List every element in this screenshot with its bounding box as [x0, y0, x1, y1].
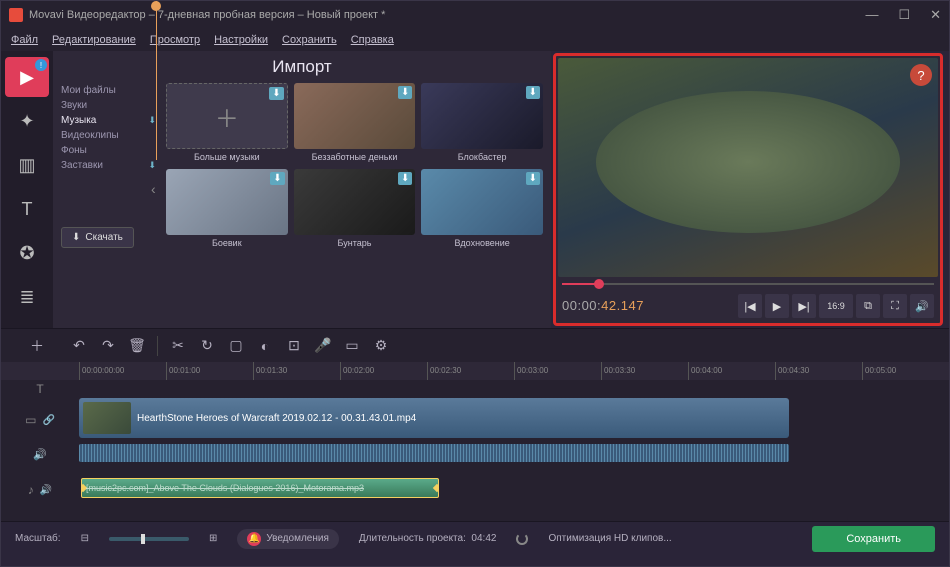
- undo-button[interactable]: ↶: [66, 333, 92, 359]
- cat-backgrounds[interactable]: Фоны: [61, 143, 156, 158]
- link-icon[interactable]: 🔗: [42, 415, 54, 426]
- delete-button[interactable]: 🗑: [124, 333, 150, 359]
- wizard-button[interactable]: ⊡: [281, 333, 307, 359]
- volume-button[interactable]: 🔊: [910, 294, 934, 318]
- download-icon: ⬇: [269, 87, 283, 100]
- download-icon: ⬇: [398, 172, 412, 185]
- audio-linked-icon[interactable]: 🔊: [33, 448, 47, 461]
- color-button[interactable]: ◐: [252, 333, 278, 359]
- app-window: Movavi Видеоредактор – 7-дневная пробная…: [0, 0, 950, 567]
- media-blockbuster[interactable]: ⬇: [421, 83, 543, 149]
- zoom-out-button[interactable]: ⊟: [81, 533, 89, 544]
- sidebar-filters[interactable]: ✦: [5, 101, 49, 141]
- cat-intros[interactable]: Заставки⬇: [61, 158, 156, 173]
- audio-icon[interactable]: 🔊: [40, 485, 52, 496]
- audio-waveform[interactable]: [79, 444, 789, 462]
- redo-button[interactable]: ↷: [95, 333, 121, 359]
- add-track-button[interactable]: ＋: [24, 333, 50, 359]
- download-icon: ⬇: [270, 172, 284, 185]
- menubar: Файл Редактирование Просмотр Настройки С…: [1, 29, 949, 51]
- cat-my-files[interactable]: Мои файлы: [61, 83, 156, 98]
- category-list: Мои файлы Звуки Музыка⬇ Видеоклипы Фоны …: [61, 83, 156, 248]
- video-preview[interactable]: [558, 58, 938, 277]
- cat-sounds[interactable]: Звуки: [61, 98, 156, 113]
- close-button[interactable]: ✕: [930, 7, 941, 23]
- popout-button[interactable]: ⧉: [856, 294, 880, 318]
- import-panel: Импорт Мои файлы Звуки Музыка⬇ Видеоклип…: [53, 51, 551, 328]
- zoom-label: Масштаб:: [15, 533, 61, 544]
- cut-button[interactable]: ✂: [165, 333, 191, 359]
- media-more-music[interactable]: ＋⬇: [166, 83, 288, 149]
- next-button[interactable]: ▶|: [792, 294, 816, 318]
- sidebar-stickers[interactable]: ✪: [5, 233, 49, 273]
- menu-save[interactable]: Сохранить: [282, 34, 337, 46]
- titlebar: Movavi Видеоредактор – 7-дневная пробная…: [1, 1, 949, 29]
- title-track-icon[interactable]: T: [36, 382, 43, 396]
- sidebar-transitions[interactable]: ▥: [5, 145, 49, 185]
- help-button[interactable]: ?: [910, 64, 932, 86]
- zoom-slider[interactable]: [109, 537, 189, 541]
- menu-settings[interactable]: Настройки: [214, 34, 268, 46]
- scrub-thumb-icon[interactable]: [594, 279, 604, 289]
- media-carefree[interactable]: ⬇: [294, 83, 416, 149]
- download-icon: ⬇: [526, 172, 540, 185]
- zoom-in-button[interactable]: ⊞: [209, 533, 217, 544]
- cat-music[interactable]: Музыка⬇: [61, 113, 156, 128]
- rotate-button[interactable]: ↻: [194, 333, 220, 359]
- sidebar-titles[interactable]: T: [5, 189, 49, 229]
- fullscreen-button[interactable]: ⛶: [883, 294, 907, 318]
- prev-button[interactable]: |◀: [738, 294, 762, 318]
- import-title: Импорт: [61, 57, 543, 77]
- sidebar-import[interactable]: ▶!: [5, 57, 49, 97]
- notif-badge-icon: !: [35, 59, 47, 71]
- cat-videoclips[interactable]: Видеоклипы: [61, 128, 156, 143]
- video-clip[interactable]: HearthStone Heroes of Warcraft 2019.02.1…: [79, 398, 789, 438]
- bell-icon: 🔔: [247, 532, 261, 546]
- aspect-button[interactable]: 16:9: [819, 294, 853, 318]
- maximize-button[interactable]: ☐: [898, 7, 910, 23]
- loading-icon: [516, 533, 528, 545]
- optimize-label: Оптимизация HD клипов...: [548, 533, 671, 544]
- menu-help[interactable]: Справка: [351, 34, 394, 46]
- time-ruler[interactable]: 00:00:00:00 00:01:00 00:01:30 00:02:00 0…: [1, 362, 949, 380]
- play-button[interactable]: ▶: [765, 294, 789, 318]
- menu-file[interactable]: Файл: [11, 34, 38, 46]
- download-button[interactable]: ⬇ Скачать: [61, 227, 134, 248]
- save-button[interactable]: Сохранить: [812, 526, 935, 552]
- record-button[interactable]: 🎤: [310, 333, 336, 359]
- media-grid: ＋⬇Больше музыки ⬇Беззаботные деньки ⬇Бло…: [166, 83, 543, 248]
- media-inspiration[interactable]: ⬇: [421, 169, 543, 235]
- clip-props-button[interactable]: ▭: [339, 333, 365, 359]
- window-title: Movavi Видеоредактор – 7-дневная пробная…: [29, 9, 385, 21]
- preview-panel: ? 00:00:42.147 |◀ ▶ ▶| 16:9 ⧉ ⛶ 🔊: [553, 53, 943, 326]
- download-icon: ⬇: [398, 86, 412, 99]
- menu-view[interactable]: Просмотр: [150, 34, 200, 46]
- duration-label: Длительность проекта: 04:42: [359, 533, 497, 544]
- download-icon: ⬇: [148, 115, 156, 126]
- scrub-bar[interactable]: [562, 279, 934, 289]
- statusbar: Масштаб: ⊟ ⊞ 🔔Уведомления Длительность п…: [1, 521, 949, 555]
- tool-sidebar: ▶! ✦ ▥ T ✪ ≣: [1, 51, 53, 328]
- audio-clip[interactable]: [music2pc.com]_Above The Clouds (Dialogu…: [81, 478, 439, 498]
- media-action[interactable]: ⬇: [166, 169, 288, 235]
- edit-toolbar: ＋ ↶ ↷ 🗑 ✂ ↻ ▢ ◐ ⊡ 🎤 ▭ ⚙: [1, 328, 949, 362]
- app-logo-icon: [9, 8, 23, 22]
- video-track-icon[interactable]: ▭: [25, 413, 36, 427]
- music-track-icon[interactable]: ♪: [28, 483, 34, 497]
- minimize-button[interactable]: —: [865, 7, 878, 23]
- media-rebel[interactable]: ⬇: [294, 169, 416, 235]
- crop-button[interactable]: ▢: [223, 333, 249, 359]
- collapse-chevron-icon[interactable]: ‹: [151, 181, 156, 197]
- timeline: 00:00:00:00 00:01:00 00:01:30 00:02:00 0…: [1, 362, 949, 521]
- settings-button[interactable]: ⚙: [368, 333, 394, 359]
- timecode: 00:00:42.147: [562, 298, 644, 314]
- sidebar-more[interactable]: ≣: [5, 277, 49, 317]
- notifications-button[interactable]: 🔔Уведомления: [237, 529, 339, 549]
- download-icon: ⬇: [148, 160, 156, 171]
- menu-edit[interactable]: Редактирование: [52, 34, 136, 46]
- download-icon: ⬇: [526, 86, 540, 99]
